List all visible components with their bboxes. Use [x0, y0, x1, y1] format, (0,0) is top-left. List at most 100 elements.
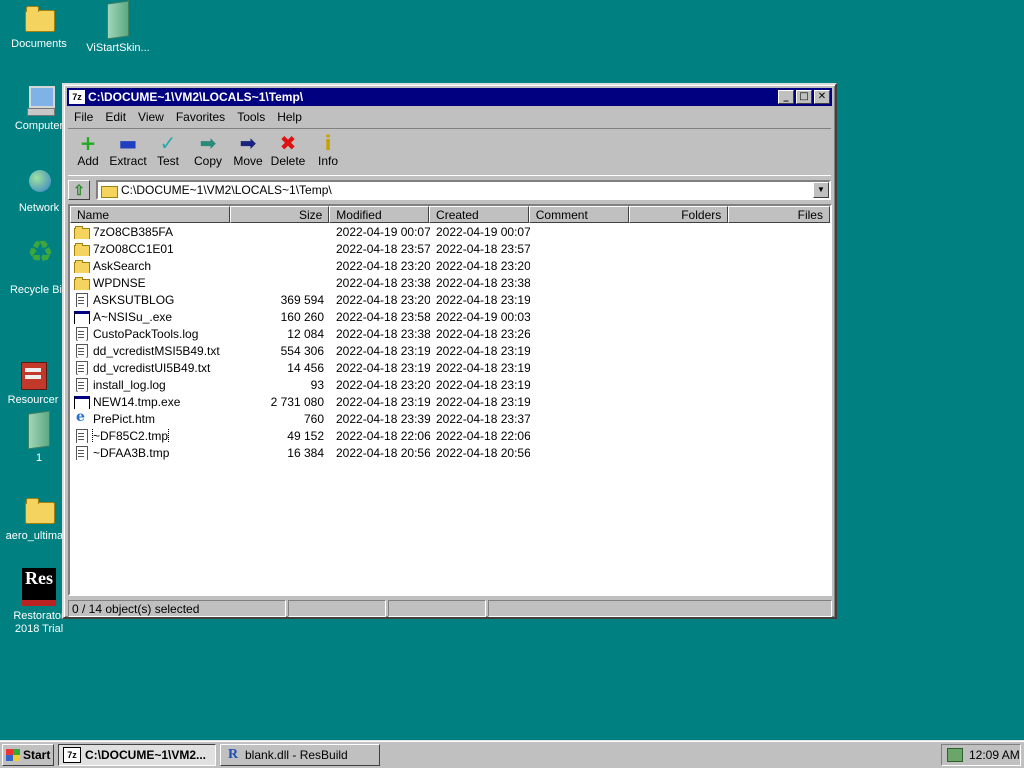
log-icon	[74, 360, 90, 375]
address-field[interactable]: C:\DOCUME~1\VM2\LOCALS~1\Temp\ ▼	[96, 180, 831, 200]
desktop-icon-vistartskin[interactable]: ViStartSkin...	[80, 0, 156, 55]
table-row[interactable]: 7zO08CC1E01 2022-04-18 23:57 2022-04-18 23…	[70, 240, 830, 257]
log-icon	[74, 377, 90, 392]
taskbar-button-7zip[interactable]: 7z C:\DOCUME~1\VM2...	[58, 744, 216, 766]
taskbar-button-label: C:\DOCUME~1\VM2...	[85, 748, 207, 762]
table-row[interactable]: dd_vcredistUI5B49.txt 14 456 2022-04-18 23…	[70, 359, 830, 376]
file-icon	[74, 445, 90, 460]
address-bar: ⇧ C:\DOCUME~1\VM2\LOCALS~1\Temp\ ▼	[68, 179, 831, 201]
copy-arrow-icon: ➡	[199, 131, 217, 155]
file-rows: 7zO8CB385FA 2022-04-19 00:07 2022-04-19 00…	[70, 223, 830, 461]
menu-help[interactable]: Help	[271, 108, 308, 126]
cell-created: 2022-04-18 23:19	[436, 343, 530, 358]
column-header-folders[interactable]: Folders	[628, 206, 729, 223]
file-name: AskSearch	[93, 258, 152, 273]
cell-size: 16 384	[287, 445, 324, 460]
table-row[interactable]: ~DFAA3B.tmp 16 384 2022-04-18 20:56 2022-04…	[70, 444, 830, 461]
table-row[interactable]: ~DF85C2.tmp 49 152 2022-04-18 22:06 2022-04…	[70, 427, 830, 444]
folder-icon	[101, 184, 118, 198]
toolbar-add-button[interactable]: + Add	[68, 129, 108, 175]
toolbar-move-button[interactable]: ➡ Move	[228, 129, 268, 175]
tray-network-icon[interactable]	[947, 748, 963, 762]
title-bar[interactable]: 7z C:\DOCUME~1\VM2\LOCALS~1\Temp\ _ □ ✕	[67, 88, 832, 106]
toolbar-button-label: Extract	[109, 154, 147, 168]
column-header-files[interactable]: Files	[728, 206, 830, 223]
file-list[interactable]: Name Size Modified Created Comment Folde…	[68, 204, 832, 596]
toolbar-button-label: Add	[77, 154, 99, 168]
table-row[interactable]: PrePict.htm 760 2022-04-18 23:39 2022-04-18…	[70, 410, 830, 427]
menu-edit[interactable]: Edit	[99, 108, 132, 126]
folder-icon	[23, 494, 55, 526]
cell-created: 2022-04-18 22:06	[436, 428, 530, 443]
toolbar-button-label: Test	[156, 154, 179, 168]
address-dropdown-button[interactable]: ▼	[813, 182, 829, 198]
status-selection: 0 / 14 object(s) selected	[68, 600, 286, 617]
column-header-modified[interactable]: Modified	[329, 206, 430, 223]
7zip-app-icon: 7z	[63, 747, 81, 763]
address-path: C:\DOCUME~1\VM2\LOCALS~1\Temp\	[121, 183, 332, 197]
menu-file[interactable]: File	[68, 108, 99, 126]
recycle-bin-icon	[23, 246, 55, 280]
column-header-comment[interactable]: Comment	[528, 206, 629, 223]
desktop-icon-label: Restorator 2018 Trial	[13, 610, 65, 635]
cell-name: 7zO8CB385FA	[70, 225, 230, 239]
menu-tools[interactable]: Tools	[231, 108, 271, 126]
cell-name: dd_vcredistMSI5B49.txt	[70, 343, 230, 358]
cell-modified: 2022-04-18 23:19	[336, 394, 430, 409]
cell-created: 2022-04-18 20:56	[436, 445, 530, 460]
cell-name: NEW14.tmp.exe	[70, 395, 230, 409]
table-row[interactable]: AskSearch 2022-04-18 23:20 2022-04-18 23:2…	[70, 257, 830, 274]
minimize-button[interactable]: _	[778, 90, 794, 104]
desktop-icon-label: Documents	[11, 38, 67, 50]
maximize-button[interactable]: □	[796, 90, 812, 104]
column-header-created[interactable]: Created	[429, 206, 529, 223]
documents-folder-icon	[23, 2, 55, 34]
menu-view[interactable]: View	[132, 108, 170, 126]
column-header-name[interactable]: Name	[70, 206, 230, 223]
cell-name: WPDNSE	[70, 276, 230, 290]
table-row[interactable]: install_log.log 93 2022-04-18 23:20 2022-04…	[70, 376, 830, 393]
desktop-icon-resourcer[interactable]: Resourcer	[0, 358, 71, 407]
table-row[interactable]: dd_vcredistMSI5B49.txt 554 306 2022-04-18 …	[70, 342, 830, 359]
up-folder-button[interactable]: ⇧	[68, 180, 90, 200]
app-icon	[74, 395, 90, 409]
toolbar-info-button[interactable]: i Info	[308, 129, 348, 175]
folder-icon	[74, 225, 90, 239]
html-icon	[74, 412, 90, 426]
file-name: install_log.log	[93, 377, 166, 392]
table-row[interactable]: ASKSUTBLOG 369 594 2022-04-18 23:20 2022-04…	[70, 291, 830, 308]
table-row[interactable]: A~NSISu_.exe 160 260 2022-04-18 23:58 2022-…	[70, 308, 830, 325]
taskbar-button-resbuild[interactable]: R blank.dll - ResBuild	[220, 744, 380, 766]
clock[interactable]: 12:09 AM	[969, 748, 1020, 762]
file-icon	[74, 292, 90, 307]
file-name: ~DF85C2.tmp	[91, 428, 170, 443]
status-pane-2	[288, 600, 386, 617]
file-name: PrePict.htm	[93, 411, 156, 426]
start-button[interactable]: Start	[2, 744, 54, 766]
table-row[interactable]: WPDNSE 2022-04-18 23:38 2022-04-18 23:38	[70, 274, 830, 291]
toolbar-copy-button[interactable]: ➡ Copy	[188, 129, 228, 175]
status-pane-4	[488, 600, 832, 617]
column-header-size[interactable]: Size	[229, 206, 330, 223]
table-row[interactable]: 7zO8CB385FA 2022-04-19 00:07 2022-04-19 00…	[70, 223, 830, 240]
move-arrow-icon: ➡	[239, 131, 257, 155]
close-button[interactable]: ✕	[814, 90, 830, 104]
cell-name: ~DFAA3B.tmp	[70, 445, 230, 460]
cell-created: 2022-04-18 23:19	[436, 292, 530, 307]
table-row[interactable]: CustoPackTools.log 12 084 2022-04-18 23:38…	[70, 325, 830, 342]
status-bar: 0 / 14 object(s) selected	[68, 600, 832, 617]
toolbar-extract-button[interactable]: ▬ Extract	[108, 129, 148, 175]
table-row[interactable]: NEW14.tmp.exe 2 731 080 2022-04-18 23:19 20…	[70, 393, 830, 410]
desktop-icon-documents[interactable]: Documents	[1, 2, 77, 51]
toolbar-delete-button[interactable]: ✖ Delete	[268, 129, 308, 175]
cell-created: 2022-04-18 23:57	[436, 241, 530, 256]
plus-icon: +	[79, 131, 97, 155]
taskbar-button-label: blank.dll - ResBuild	[245, 748, 348, 762]
cell-created: 2022-04-18 23:19	[436, 360, 530, 375]
cell-modified: 2022-04-18 23:38	[336, 326, 430, 341]
toolbar-test-button[interactable]: ✓ Test	[148, 129, 188, 175]
menu-bar: File Edit View Favorites Tools Help	[68, 108, 308, 126]
taskbar: Start 7z C:\DOCUME~1\VM2... R blank.dll …	[0, 740, 1024, 768]
menu-favorites[interactable]: Favorites	[170, 108, 231, 126]
cell-name: ASKSUTBLOG	[70, 292, 230, 307]
